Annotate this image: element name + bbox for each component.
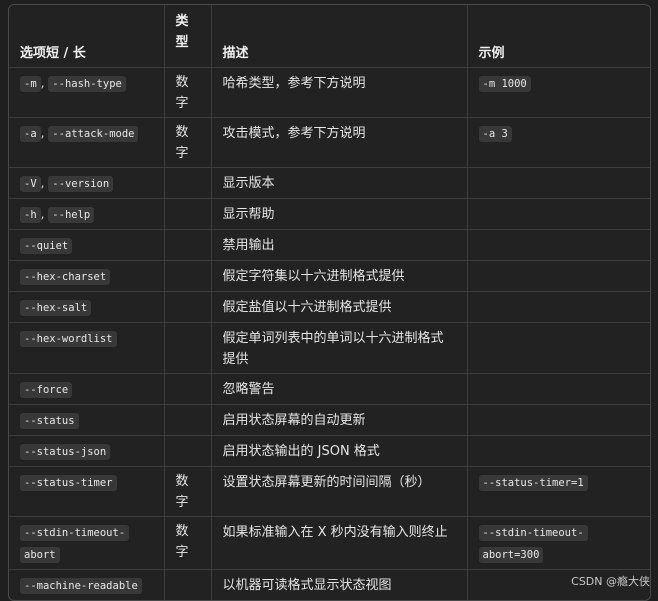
type-cell <box>164 198 212 230</box>
option-cell: --force <box>9 373 165 405</box>
option-cell: --status-json <box>9 435 165 467</box>
type-cell: 数字 <box>164 117 212 168</box>
description-cell: 哈希类型，参考下方说明 <box>211 67 468 118</box>
short-option-code: -V <box>20 176 41 192</box>
option-cell: --hex-charset <box>9 260 165 292</box>
description-cell: 假定字符集以十六进制格式提供 <box>211 260 468 292</box>
type-cell <box>164 373 212 405</box>
option-cell: -h, --help <box>9 198 165 230</box>
option-cell: -m, --hash-type <box>9 67 165 118</box>
header-example: 示例 <box>467 5 650 68</box>
long-option-code: --version <box>48 176 114 192</box>
option-cell: --machine-readable <box>9 569 165 600</box>
options-table: 选项短 / 长 类型 描述 示例 -m, --hash-type 数字 哈希类型，参… <box>9 5 650 600</box>
example-code: --status-timer=1 <box>478 475 588 491</box>
description-cell: 显示帮助 <box>211 198 468 230</box>
long-option-code: --hex-salt <box>20 300 92 316</box>
options-table-container: 选项短 / 长 类型 描述 示例 -m, --hash-type 数字 哈希类型，参… <box>8 4 651 601</box>
type-cell <box>164 229 212 261</box>
option-cell: --status-timer <box>9 466 165 517</box>
example-cell <box>467 260 650 292</box>
table-row: --hex-wordlist 假定单词列表中的单词以十六进制格式提供 <box>9 322 650 374</box>
long-option-code: --status <box>20 413 79 429</box>
option-cell: -a, --attack-mode <box>9 117 165 168</box>
description-cell: 假定单词列表中的单词以十六进制格式提供 <box>211 322 468 374</box>
long-option-code: --hex-charset <box>20 269 111 285</box>
type-cell: 数字 <box>164 516 212 570</box>
table-row: --stdin-timeout-abort 数字 如果标准输入在 X 秒内没有输入则… <box>9 516 650 570</box>
example-cell <box>467 373 650 405</box>
option-cell: -V, --version <box>9 167 165 199</box>
example-cell <box>467 404 650 436</box>
example-cell <box>467 322 650 374</box>
table-row: --force 忽略警告 <box>9 373 650 405</box>
long-option-code: --quiet <box>20 238 73 254</box>
example-cell: -m 1000 <box>467 67 650 118</box>
example-code: -a 3 <box>478 126 512 142</box>
header-type: 类型 <box>164 5 212 68</box>
example-cell: --stdin-timeout-abort=300 <box>467 516 650 570</box>
description-cell: 设置状态屏幕更新的时间间隔（秒） <box>211 466 468 517</box>
long-option-code: --help <box>48 207 95 223</box>
table-row: -a, --attack-mode 数字 攻击模式，参考下方说明 -a 3 <box>9 117 650 168</box>
long-option-code: --machine-readable <box>20 578 142 594</box>
example-code: --stdin-timeout-abort=300 <box>478 525 588 563</box>
description-cell: 启用状态屏幕的自动更新 <box>211 404 468 436</box>
table-row: --hex-charset 假定字符集以十六进制格式提供 <box>9 260 650 292</box>
long-option-code: --stdin-timeout-abort <box>20 525 130 563</box>
example-code: -m 1000 <box>478 76 531 92</box>
example-cell <box>467 198 650 230</box>
description-cell: 禁用输出 <box>211 229 468 261</box>
type-cell <box>164 404 212 436</box>
description-cell: 假定盐值以十六进制格式提供 <box>211 291 468 323</box>
table-row: -V, --version 显示版本 <box>9 167 650 199</box>
description-cell: 以机器可读格式显示状态视图 <box>211 569 468 600</box>
long-option-code: --hex-wordlist <box>20 331 117 347</box>
option-cell: --status <box>9 404 165 436</box>
table-row: -h, --help 显示帮助 <box>9 198 650 230</box>
long-option-code: --attack-mode <box>48 126 139 142</box>
table-row: --status 启用状态屏幕的自动更新 <box>9 404 650 436</box>
table-row: --status-json 启用状态输出的 JSON 格式 <box>9 435 650 467</box>
short-option-code: -a <box>20 126 41 142</box>
long-option-code: --force <box>20 382 73 398</box>
description-cell: 显示版本 <box>211 167 468 199</box>
long-option-code: --hash-type <box>48 76 126 92</box>
example-cell: -a 3 <box>467 117 650 168</box>
type-cell <box>164 569 212 600</box>
type-cell: 数字 <box>164 67 212 118</box>
example-cell <box>467 435 650 467</box>
description-cell: 忽略警告 <box>211 373 468 405</box>
option-cell: --hex-wordlist <box>9 322 165 374</box>
table-row: --status-timer 数字 设置状态屏幕更新的时间间隔（秒） --status… <box>9 466 650 517</box>
description-cell: 启用状态输出的 JSON 格式 <box>211 435 468 467</box>
header-option: 选项短 / 长 <box>9 5 165 68</box>
table-row: -m, --hash-type 数字 哈希类型，参考下方说明 -m 1000 <box>9 67 650 118</box>
type-cell <box>164 435 212 467</box>
description-cell: 如果标准输入在 X 秒内没有输入则终止 <box>211 516 468 570</box>
type-cell <box>164 291 212 323</box>
table-row: --hex-salt 假定盐值以十六进制格式提供 <box>9 291 650 323</box>
option-cell: --hex-salt <box>9 291 165 323</box>
long-option-code: --status-json <box>20 444 111 460</box>
example-cell <box>467 229 650 261</box>
example-cell <box>467 167 650 199</box>
type-cell <box>164 260 212 292</box>
description-cell: 攻击模式，参考下方说明 <box>211 117 468 168</box>
type-cell <box>164 167 212 199</box>
table-header-row: 选项短 / 长 类型 描述 示例 <box>9 5 650 68</box>
long-option-code: --status-timer <box>20 475 117 491</box>
short-option-code: -h <box>20 207 41 223</box>
table-row: --quiet 禁用输出 <box>9 229 650 261</box>
type-cell <box>164 322 212 374</box>
option-cell: --stdin-timeout-abort <box>9 516 165 570</box>
table-row: --machine-readable 以机器可读格式显示状态视图 <box>9 569 650 600</box>
option-cell: --quiet <box>9 229 165 261</box>
example-cell <box>467 291 650 323</box>
type-cell: 数字 <box>164 466 212 517</box>
example-cell: --status-timer=1 <box>467 466 650 517</box>
csdn-watermark: CSDN @瘾大侠 <box>571 575 650 588</box>
header-description: 描述 <box>211 5 468 68</box>
short-option-code: -m <box>20 76 41 92</box>
